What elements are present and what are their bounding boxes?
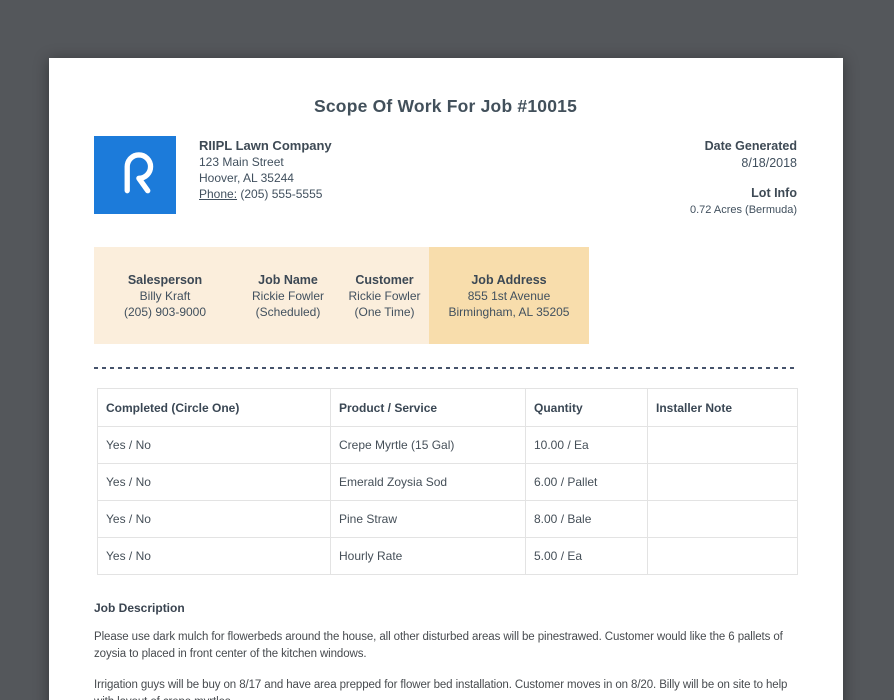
- cell-quantity: 5.00 / Ea: [525, 537, 648, 575]
- customer-label: Customer: [355, 272, 414, 287]
- date-generated-value: 8/18/2018: [741, 156, 797, 170]
- company-logo-r-icon: [106, 144, 164, 207]
- table-row: Yes / No Pine Straw 8.00 / Bale: [97, 500, 798, 538]
- job-address-label: Job Address: [471, 272, 547, 287]
- phone-number: (205) 555-5555: [240, 187, 323, 201]
- cell-completed: Yes / No: [97, 463, 331, 501]
- lot-info-value: 0.72 Acres (Bermuda): [690, 204, 797, 216]
- cell-installer-note: [647, 463, 798, 501]
- cell-quantity: 10.00 / Ea: [525, 426, 648, 464]
- phone-label: Phone:: [199, 187, 238, 201]
- salesperson-phone: (205) 903-9000: [123, 304, 207, 319]
- company-address-line2: Hoover, AL 35244: [199, 171, 294, 185]
- lot-info-group: Lot Info 0.72 Acres (Bermuda): [690, 185, 797, 219]
- salesperson-cell: Salesperson Billy Kraft (205) 903-9000: [94, 247, 236, 344]
- table-row: Yes / No Hourly Rate 5.00 / Ea: [97, 537, 798, 575]
- salesperson-name: Billy Kraft: [139, 288, 191, 303]
- company-info: RIIPL Lawn Company 123 Main Street Hoove…: [199, 136, 332, 202]
- header-installer-note: Installer Note: [647, 388, 798, 427]
- cell-product: Pine Straw: [330, 500, 526, 538]
- job-address-line2: Birmingham, AL 35205: [448, 304, 570, 319]
- cell-completed: Yes / No: [97, 500, 331, 538]
- job-address-line1: 855 1st Avenue: [467, 288, 551, 303]
- cell-completed: Yes / No: [97, 537, 331, 575]
- company-address-line1: 123 Main Street: [199, 155, 284, 169]
- company-phone: Phone: (205) 555-5555: [199, 186, 332, 202]
- date-generated-group: Date Generated 8/18/2018: [690, 138, 797, 172]
- job-description-paragraph-1: Please use dark mulch for flowerbeds aro…: [94, 631, 783, 660]
- job-name-value: Rickie Fowler: [251, 288, 324, 303]
- job-info-band-light: Salesperson Billy Kraft (205) 903-9000 J…: [94, 247, 429, 344]
- job-info-band: Salesperson Billy Kraft (205) 903-9000 J…: [94, 247, 797, 344]
- cell-product: Emerald Zoysia Sod: [330, 463, 526, 501]
- table-row: Yes / No Emerald Zoysia Sod 6.00 / Palle…: [97, 463, 798, 501]
- company-name: RIIPL Lawn Company: [199, 138, 332, 153]
- header-quantity: Quantity: [525, 388, 648, 427]
- table-row: Yes / No Crepe Myrtle (15 Gal) 10.00 / E…: [97, 426, 798, 464]
- table-header-row: Completed (Circle One) Product / Service…: [97, 388, 798, 427]
- lot-info-label: Lot Info: [751, 186, 797, 200]
- work-items-table: Completed (Circle One) Product / Service…: [97, 388, 798, 575]
- job-name-status: (Scheduled): [255, 304, 321, 319]
- job-address-cell: Job Address 855 1st Avenue Birmingham, A…: [429, 247, 589, 344]
- dashed-divider: [94, 367, 797, 369]
- cell-completed: Yes / No: [97, 426, 331, 464]
- company-logo: [94, 136, 176, 214]
- cell-product: Crepe Myrtle (15 Gal): [330, 426, 526, 464]
- customer-type: (One Time): [354, 304, 415, 319]
- cell-installer-note: [647, 537, 798, 575]
- job-name-label: Job Name: [258, 272, 318, 287]
- document-title: Scope Of Work For Job #10015: [314, 96, 577, 116]
- app-background: Scope Of Work For Job #10015 RIIPL Lawn …: [0, 0, 894, 700]
- cell-quantity: 8.00 / Bale: [525, 500, 648, 538]
- date-generated-label: Date Generated: [704, 139, 797, 153]
- cell-installer-note: [647, 500, 798, 538]
- cell-installer-note: [647, 426, 798, 464]
- customer-name: Rickie Fowler: [348, 288, 421, 303]
- header-completed: Completed (Circle One): [97, 388, 331, 427]
- job-description-heading: Job Description: [94, 601, 185, 615]
- salesperson-label: Salesperson: [127, 272, 203, 287]
- customer-cell: Customer Rickie Fowler (One Time): [340, 247, 429, 344]
- cell-quantity: 6.00 / Pallet: [525, 463, 648, 501]
- document-page: Scope Of Work For Job #10015 RIIPL Lawn …: [49, 58, 843, 700]
- header-product-service: Product / Service: [330, 388, 526, 427]
- job-name-cell: Job Name Rickie Fowler (Scheduled): [236, 247, 340, 344]
- meta-block: Date Generated 8/18/2018 Lot Info 0.72 A…: [690, 136, 797, 219]
- company-block: RIIPL Lawn Company 123 Main Street Hoove…: [94, 136, 332, 214]
- cell-product: Hourly Rate: [330, 537, 526, 575]
- job-description-paragraph-2: Irrigation guys will be buy on 8/17 and …: [94, 679, 788, 700]
- document-header: RIIPL Lawn Company 123 Main Street Hoove…: [94, 136, 797, 219]
